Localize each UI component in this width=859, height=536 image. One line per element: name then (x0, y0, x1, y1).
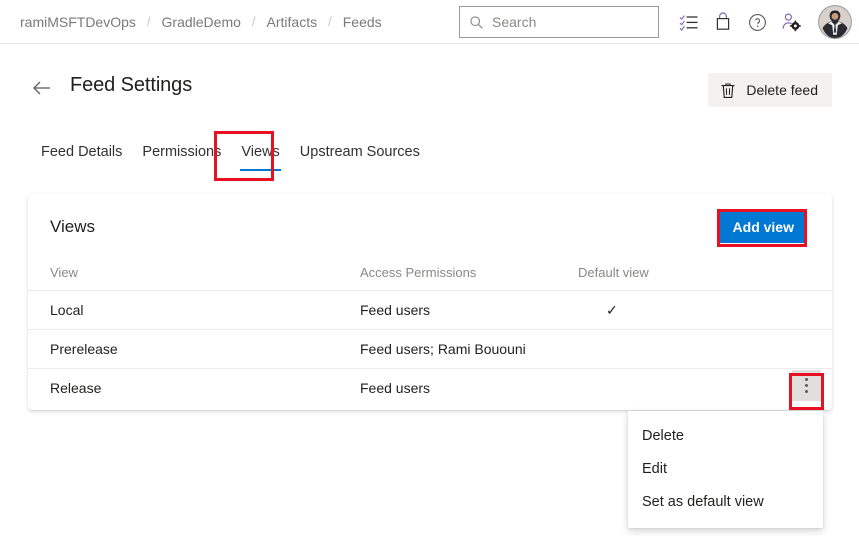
table-row[interactable]: Prerelease Feed users; Rami Bououni (28, 330, 832, 369)
cell-access-permissions: Feed users; Rami Bououni (360, 341, 526, 357)
row-context-menu: Delete Edit Set as default view (628, 411, 823, 528)
delete-feed-button[interactable]: Delete feed (708, 73, 832, 107)
views-card: Views Add view View Access Permissions D… (28, 194, 832, 410)
row-more-actions-button[interactable] (792, 370, 821, 401)
views-card-title: Views (50, 217, 96, 236)
cell-view-name: Release (50, 380, 102, 396)
kebab-dot (805, 378, 808, 381)
user-settings-icon[interactable] (774, 5, 808, 39)
page-title: Feed Settings (70, 74, 193, 96)
column-header-access-permissions: Access Permissions (360, 264, 477, 280)
tab-views[interactable]: Views (231, 141, 289, 171)
add-view-button[interactable]: Add view (719, 211, 807, 243)
cell-default-view: ✓ (578, 302, 832, 319)
breadcrumb-item-organization[interactable]: ramiMSFTDevOps (10, 0, 146, 44)
kebab-dot (805, 390, 808, 393)
cell-view-name: Prerelease (50, 341, 118, 357)
breadcrumb-item-feeds[interactable]: Feeds (333, 0, 392, 44)
default-view-check-icon: ✓ (606, 301, 618, 318)
back-arrow-icon[interactable] (32, 78, 52, 98)
context-menu-item-edit[interactable]: Edit (628, 452, 823, 485)
context-menu-item-set-as-default-view[interactable]: Set as default view (628, 485, 823, 518)
tab-upstream-sources[interactable]: Upstream Sources (290, 141, 430, 171)
top-navigation-bar: ramiMSFTDevOps / GradleDemo / Artifacts … (0, 0, 859, 44)
tasks-checklist-icon[interactable] (672, 5, 706, 39)
breadcrumb-item-artifacts[interactable]: Artifacts (257, 0, 328, 44)
breadcrumb: ramiMSFTDevOps / GradleDemo / Artifacts … (0, 0, 392, 44)
kebab-dot (805, 384, 808, 387)
cell-access-permissions: Feed users (360, 302, 431, 318)
table-row[interactable]: Release Feed users (28, 369, 832, 407)
breadcrumb-item-project[interactable]: GradleDemo (152, 0, 251, 44)
context-menu-item-delete[interactable]: Delete (628, 419, 823, 452)
shopping-bag-icon[interactable] (706, 5, 740, 39)
views-table-header: View Access Permissions Default view (28, 254, 832, 291)
trash-icon (720, 82, 736, 99)
tab-feed-details[interactable]: Feed Details (41, 141, 132, 171)
search-input[interactable] (492, 14, 642, 30)
delete-feed-label: Delete feed (746, 82, 818, 98)
column-header-view: View (50, 264, 78, 280)
views-table: View Access Permissions Default view Loc… (28, 254, 832, 407)
column-header-default-view: Default view (578, 264, 649, 280)
settings-tab-bar: Feed Details Permissions Views Upstream … (41, 141, 430, 175)
table-row[interactable]: Local Feed users ✓ (28, 291, 832, 330)
top-icon-group (672, 0, 808, 44)
cell-access-permissions: Feed users (360, 380, 431, 396)
cell-view-name: Local (50, 302, 84, 318)
search-box[interactable] (459, 6, 659, 38)
tab-permissions[interactable]: Permissions (132, 141, 231, 171)
help-circle-icon[interactable] (740, 5, 774, 39)
search-icon (469, 15, 484, 30)
user-avatar[interactable] (818, 5, 852, 39)
